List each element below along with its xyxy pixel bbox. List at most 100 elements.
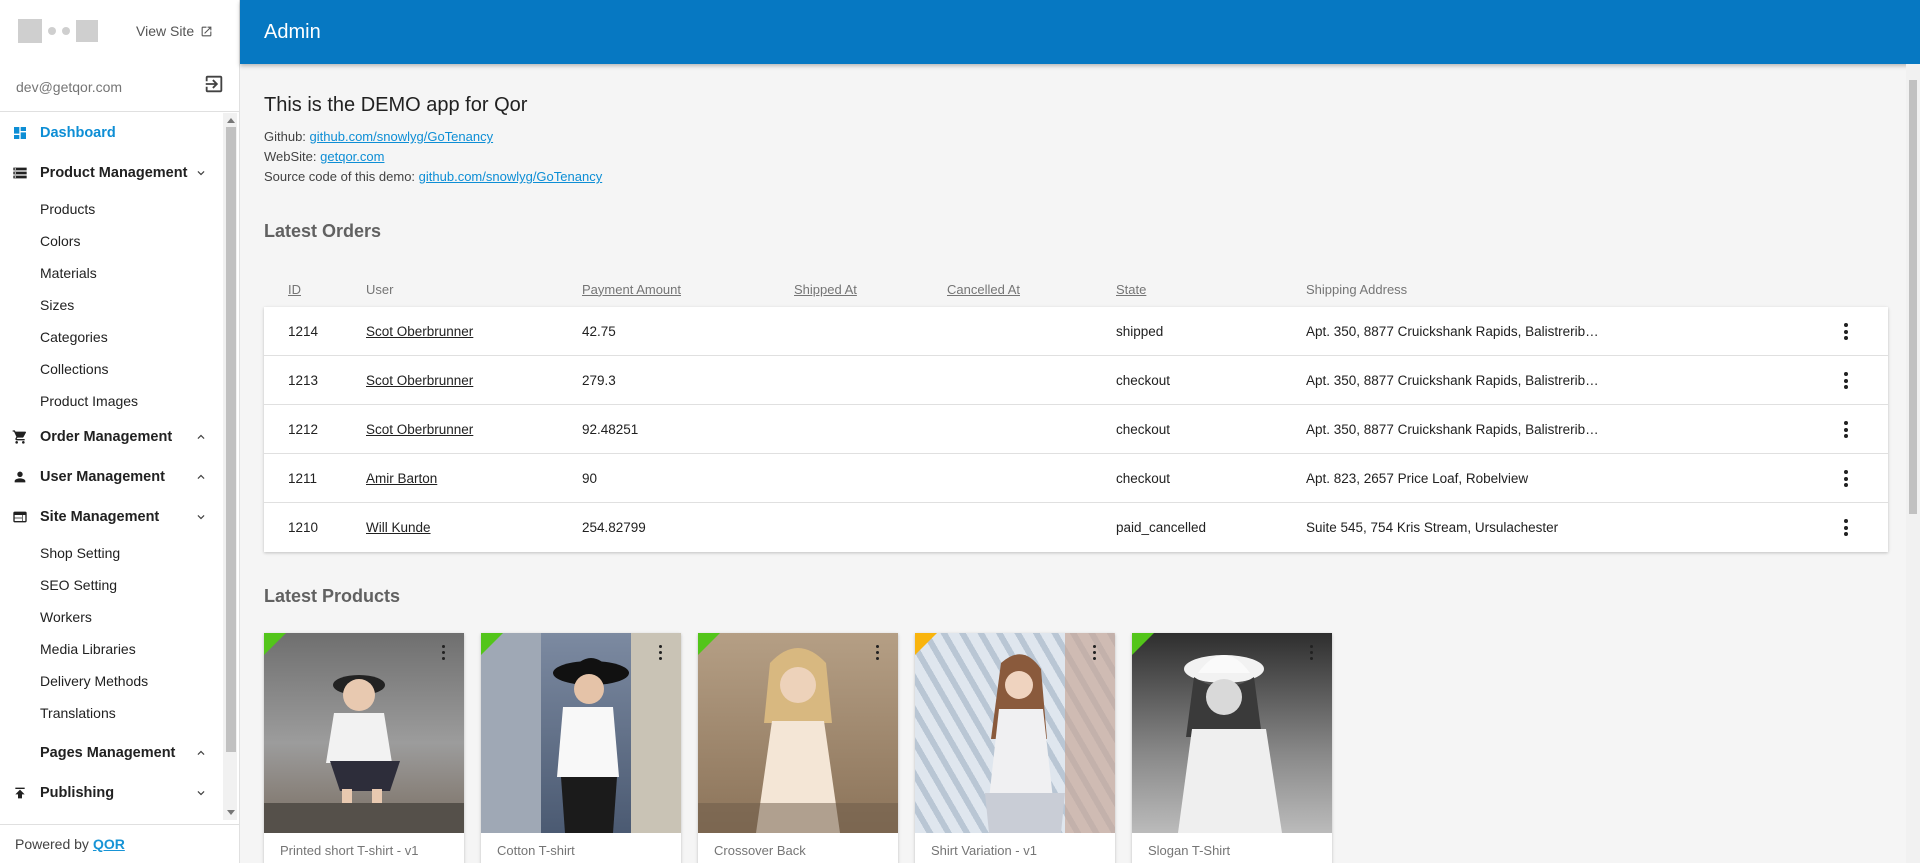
product-card[interactable]: Crossover Back [698, 633, 898, 863]
github-label: Github: [264, 129, 306, 144]
scroll-up-icon[interactable] [227, 118, 235, 123]
sidebar-item-site-management[interactable]: Site Management [0, 497, 222, 537]
order-user-link[interactable]: Scot Oberbrunner [366, 324, 473, 339]
more-vert-icon[interactable] [659, 645, 663, 660]
order-user-link[interactable]: Scot Oberbrunner [366, 373, 473, 388]
product-image[interactable] [264, 633, 464, 833]
web-icon [12, 509, 28, 525]
column-header-shipped-at[interactable]: Shipped At [794, 282, 947, 297]
sidebar-item-user-management[interactable]: User Management [0, 457, 222, 497]
order-amount: 92.48251 [582, 421, 639, 437]
main-scroll-thumb[interactable] [1909, 80, 1917, 514]
brand-row: View Site [0, 0, 239, 62]
logout-icon[interactable] [203, 73, 225, 100]
product-card[interactable]: Printed short T-shirt - v1 [264, 633, 464, 863]
website-link[interactable]: getqor.com [320, 149, 384, 164]
sidebar-item-label: User Management [40, 469, 165, 485]
sidebar-scroll-thumb[interactable] [226, 127, 236, 752]
product-card[interactable]: Slogan T-Shirt [1132, 633, 1332, 863]
publish-icon [12, 785, 28, 801]
table-row[interactable]: 1212 Scot Oberbrunner 92.48251 checkout … [264, 405, 1888, 454]
more-vert-icon[interactable] [1093, 645, 1097, 660]
more-vert-icon[interactable] [876, 645, 880, 660]
powered-by-label: Powered by [15, 836, 89, 852]
powered-by-link[interactable]: QOR [93, 836, 125, 852]
product-name: Slogan T-Shirt [1148, 843, 1231, 858]
more-vert-icon[interactable] [1844, 470, 1848, 487]
main-scrollbar[interactable] [1906, 64, 1920, 863]
product-grid: Printed short T-shirt - v1 Cotton T-shir… [264, 633, 1906, 863]
product-photo [264, 675, 464, 833]
sidebar-item-translations[interactable]: Translations [0, 697, 222, 729]
sidebar-item-shop-setting[interactable]: Shop Setting [0, 537, 222, 569]
sidebar-item-categories[interactable]: Categories [0, 321, 222, 353]
sidebar-item-product-images[interactable]: Product Images [0, 385, 222, 417]
product-image[interactable] [1132, 633, 1332, 833]
sidebar-item-media-libraries[interactable]: Media Libraries [0, 633, 222, 665]
table-row[interactable]: 1210 Will Kunde 254.82799 paid_cancelled… [264, 503, 1888, 552]
order-id: 1214 [288, 323, 319, 339]
chevron-down-icon [197, 171, 205, 176]
scroll-down-icon[interactable] [227, 810, 235, 815]
more-vert-icon[interactable] [1844, 372, 1848, 389]
more-vert-icon[interactable] [442, 645, 446, 660]
sidebar-item-order-management[interactable]: Order Management [0, 417, 222, 457]
more-vert-icon[interactable] [1844, 323, 1848, 340]
github-link[interactable]: github.com/snowlyg/GoTenancy [310, 129, 494, 144]
website-label: WebSite: [264, 149, 317, 164]
sidebar-item-pages-management[interactable]: Pages Management [0, 733, 222, 773]
sidebar-item-label: Pages Management [40, 745, 176, 761]
view-site-link[interactable]: View Site [136, 23, 213, 39]
product-photo [1178, 655, 1282, 833]
sidebar-item-label: Publishing [40, 785, 115, 801]
sidebar-item-collections[interactable]: Collections [0, 353, 222, 385]
column-header-state[interactable]: State [1116, 282, 1306, 297]
product-image[interactable] [698, 633, 898, 833]
column-header-id[interactable]: ID [264, 282, 366, 297]
table-row[interactable]: 1214 Scot Oberbrunner 42.75 shipped Apt.… [264, 307, 1888, 356]
orders-table: 1214 Scot Oberbrunner 42.75 shipped Apt.… [264, 307, 1888, 552]
product-card[interactable]: Cotton T-shirt [481, 633, 681, 863]
source-link[interactable]: github.com/snowlyg/GoTenancy [419, 169, 603, 184]
sidebar-item-delivery-methods[interactable]: Delivery Methods [0, 665, 222, 697]
sidebar-item-materials[interactable]: Materials [0, 257, 222, 289]
column-header-payment-amount[interactable]: Payment Amount [582, 282, 794, 297]
sidebar-item-dashboard[interactable]: Dashboard [0, 113, 222, 153]
latest-orders-title: Latest Orders [264, 221, 382, 241]
chevron-up-icon [197, 750, 205, 755]
more-vert-icon[interactable] [1844, 421, 1848, 438]
status-corner [915, 633, 937, 655]
order-user-link[interactable]: Scot Oberbrunner [366, 422, 473, 437]
status-corner [264, 633, 286, 655]
sidebar-item-publishing[interactable]: Publishing [0, 773, 222, 813]
sidebar-item-workers[interactable]: Workers [0, 601, 222, 633]
sidebar-item-sizes[interactable]: Sizes [0, 289, 222, 321]
order-user-link[interactable]: Will Kunde [366, 520, 431, 535]
table-row[interactable]: 1211 Amir Barton 90 checkout Apt. 823, 2… [264, 454, 1888, 503]
more-vert-icon[interactable] [1844, 519, 1848, 536]
order-amount: 42.75 [582, 323, 616, 339]
chevron-up-icon [197, 474, 205, 479]
chevron-up-icon [197, 434, 205, 439]
order-user-link[interactable]: Amir Barton [366, 471, 437, 486]
sidebar: View Site dev@getqor.com Dashboard Produ… [0, 0, 240, 863]
demo-title: This is the DEMO app for Qor [264, 94, 528, 116]
sidebar-item-product-management[interactable]: Product Management [0, 153, 222, 193]
sidebar-item-colors[interactable]: Colors [0, 225, 222, 257]
order-id: 1211 [288, 470, 318, 486]
order-address: Apt. 823, 2657 Price Loaf, Robelview [1306, 470, 1529, 486]
qor-logo[interactable] [18, 19, 98, 43]
column-header-cancelled-at[interactable]: Cancelled At [947, 282, 1116, 297]
order-address: Apt. 350, 8877 Cruickshank Rapids, Balis… [1306, 421, 1602, 437]
product-card[interactable]: Shirt Variation - v1 [915, 633, 1115, 863]
sidebar-item-seo-setting[interactable]: SEO Setting [0, 569, 222, 601]
cart-icon [12, 429, 28, 445]
table-row[interactable]: 1213 Scot Oberbrunner 279.3 checkout Apt… [264, 356, 1888, 405]
sidebar-item-products[interactable]: Products [0, 193, 222, 225]
more-vert-icon[interactable] [1310, 645, 1314, 660]
view-site-label: View Site [136, 23, 195, 39]
product-image[interactable] [481, 633, 681, 833]
page-title: Admin [264, 20, 321, 43]
sidebar-scrollbar[interactable] [223, 113, 237, 820]
product-image[interactable] [915, 633, 1115, 833]
